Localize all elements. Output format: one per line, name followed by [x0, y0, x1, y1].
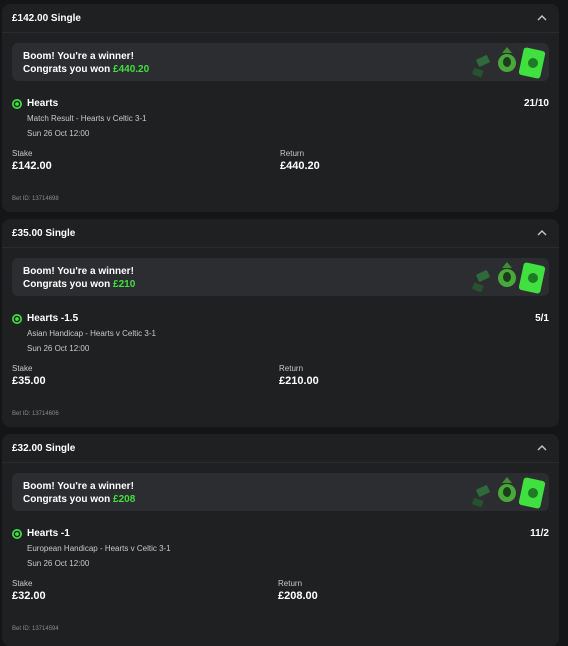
- banner-congrats: Congrats you won £440.20: [23, 64, 150, 75]
- winner-banner: Boom! You're a winner! Congrats you won …: [12, 473, 549, 511]
- return-value: £440.20: [280, 160, 320, 172]
- winner-banner: Boom! You're a winner! Congrats you won …: [12, 258, 549, 296]
- return-value: £210.00: [279, 375, 319, 387]
- win-amount: £208: [113, 494, 136, 505]
- event-time: Sun 26 Oct 12:00: [27, 344, 90, 353]
- stake-value: £142.00: [12, 160, 52, 172]
- chevron-up-icon[interactable]: [535, 11, 549, 25]
- return-value: £208.00: [278, 590, 318, 602]
- amounts-row: Stake £142.00 Return £440.20: [12, 149, 549, 185]
- event-time: Sun 26 Oct 12:00: [27, 129, 90, 138]
- banner-congrats: Congrats you won £210: [23, 279, 136, 290]
- stake-value: £35.00: [12, 375, 46, 387]
- money-mascot-art: [472, 47, 546, 79]
- banner-text: Boom! You're a winner! Congrats you won …: [23, 480, 135, 506]
- amounts-row: Stake £35.00 Return £210.00: [12, 364, 549, 400]
- stake-value: £32.00: [12, 590, 46, 602]
- banner-text: Boom! You're a winner! Congrats you won …: [23, 265, 135, 291]
- banner-text: Boom! You're a winner! Congrats you won …: [23, 50, 149, 76]
- bet-card-header[interactable]: £35.00 Single: [2, 219, 559, 248]
- event-time: Sun 26 Oct 12:00: [27, 559, 90, 568]
- market-name: Asian Handicap - Hearts v Celtic 3-1: [27, 329, 156, 338]
- money-mascot-art: [472, 477, 546, 509]
- market-name: Match Result - Hearts v Celtic 3-1: [27, 114, 147, 123]
- return-label: Return: [278, 579, 303, 588]
- selection-name: Hearts -1.5: [27, 313, 79, 324]
- bet-card: £35.00 Single Boom! You're a winner! Con…: [2, 219, 559, 427]
- bet-title: £32.00 Single: [12, 442, 76, 454]
- selection-name: Hearts: [27, 98, 59, 109]
- return-label: Return: [279, 364, 304, 373]
- selection-row: Hearts -1 11/2 European Handicap - Heart…: [12, 525, 549, 577]
- bet-id: Bet ID: 13714594: [12, 626, 59, 632]
- winner-banner: Boom! You're a winner! Congrats you won …: [12, 43, 549, 81]
- return-label: Return: [280, 149, 305, 158]
- win-amount: £440.20: [113, 64, 150, 75]
- check-circle-icon: [12, 529, 22, 539]
- stake-label: Stake: [12, 364, 33, 373]
- bet-card-header[interactable]: £32.00 Single: [2, 434, 559, 463]
- bet-card: £32.00 Single Boom! You're a winner! Con…: [2, 434, 559, 646]
- chevron-up-icon[interactable]: [535, 226, 549, 240]
- selection-row: Hearts -1.5 5/1 Asian Handicap - Hearts …: [12, 310, 549, 362]
- chevron-up-icon[interactable]: [535, 441, 549, 455]
- bet-title: £142.00 Single: [12, 12, 81, 24]
- bet-id: Bet ID: 13714606: [12, 411, 59, 417]
- banner-congrats: Congrats you won £208: [23, 494, 136, 505]
- bet-title: £35.00 Single: [12, 227, 76, 239]
- banner-headline: Boom! You're a winner!: [23, 51, 134, 62]
- money-mascot-art: [472, 262, 546, 294]
- check-circle-icon: [12, 314, 22, 324]
- banner-headline: Boom! You're a winner!: [23, 481, 134, 492]
- amounts-row: Stake £32.00 Return £208.00: [12, 579, 549, 615]
- selection-name: Hearts -1: [27, 528, 70, 539]
- market-name: European Handicap - Hearts v Celtic 3-1: [27, 544, 171, 553]
- check-circle-icon: [12, 99, 22, 109]
- stake-label: Stake: [12, 149, 33, 158]
- selection-row: Hearts 21/10 Match Result - Hearts v Cel…: [12, 95, 549, 147]
- stake-label: Stake: [12, 579, 33, 588]
- selection-odds: 11/2: [530, 528, 549, 539]
- bet-card: £142.00 Single Boom! You're a winner! Co…: [2, 4, 559, 212]
- banner-headline: Boom! You're a winner!: [23, 266, 134, 277]
- bet-card-header[interactable]: £142.00 Single: [2, 4, 559, 33]
- win-amount: £210: [113, 279, 136, 290]
- bet-id: Bet ID: 13714698: [12, 196, 59, 202]
- selection-odds: 21/10: [523, 98, 549, 109]
- selection-odds: 5/1: [535, 313, 549, 324]
